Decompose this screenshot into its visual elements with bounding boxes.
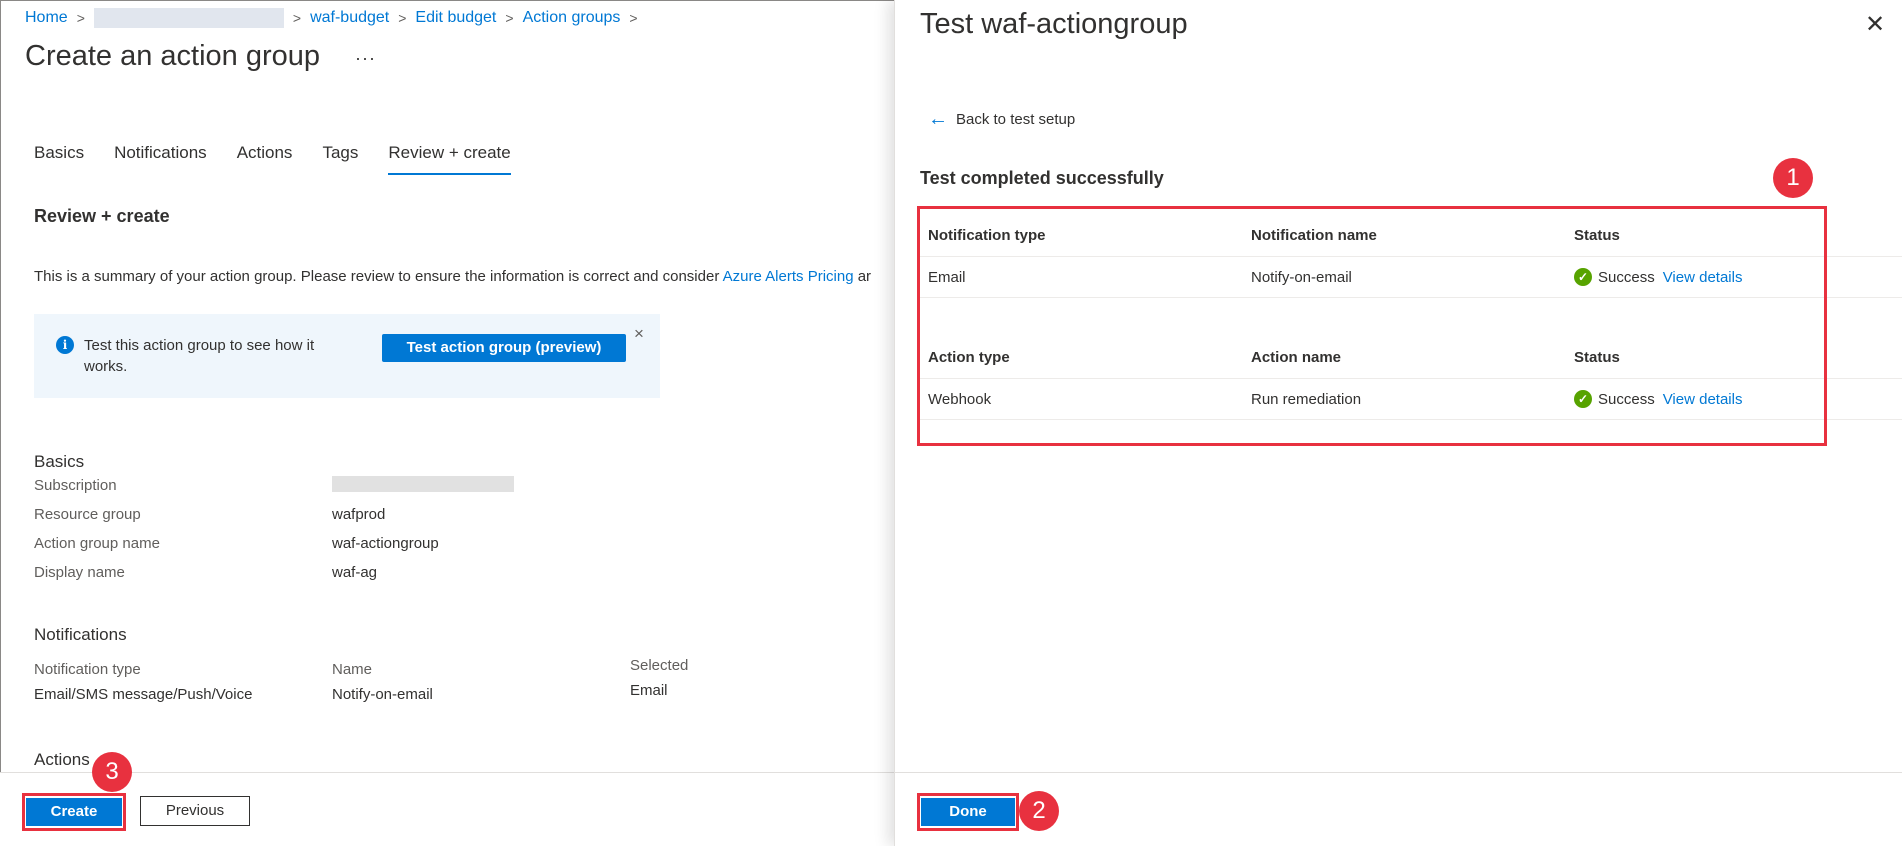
action-group-name-label: Action group name [34,535,160,552]
tab-bar: Basics Notifications Actions Tags Review… [34,143,511,175]
notification-type-value: Email/SMS message/Push/Voice [34,686,253,703]
done-button[interactable]: Done [921,798,1015,826]
back-to-test-setup-link[interactable]: ← Back to test setup [928,108,1075,131]
chevron-right-icon: > [292,10,302,26]
notification-name-label: Name [332,661,373,678]
tab-basics[interactable]: Basics [34,143,84,175]
summary-body: This is a summary of your action group. … [34,268,723,285]
resource-group-value: wafprod [332,506,386,523]
notifications-heading: Notifications [34,625,127,644]
summary-text: This is a summary of your action group. … [34,268,894,285]
test-panel: Test waf-actiongroup ✕ ← Back to test se… [894,0,1902,846]
tab-actions[interactable]: Actions [237,143,293,175]
notification-name-value: Notify-on-email [332,686,433,703]
info-text: Test this action group to see how it wor… [84,337,315,375]
breadcrumb-home[interactable]: Home [25,9,68,27]
pricing-link[interactable]: Azure Alerts Pricing [723,268,854,285]
test-status: Test completed successfully [920,168,1164,188]
selected-label: Selected [630,657,689,674]
create-button[interactable]: Create [26,798,122,826]
breadcrumb: Home > > waf-budget > Edit budget > Acti… [25,8,647,28]
close-icon[interactable]: ✕ [1865,10,1885,39]
selected-value: Email [630,682,668,699]
basics-heading: Basics [34,452,85,471]
tab-review-create[interactable]: Review + create [388,143,511,175]
previous-button[interactable]: Previous [140,796,250,826]
chevron-right-icon: > [398,10,407,26]
page-title: Create an action group [25,40,321,72]
actions-heading: Actions [34,750,90,769]
test-info-banner: i Test this action group to see how it w… [34,314,660,398]
action-group-name-value: waf-actiongroup [332,535,439,552]
breadcrumb-action-groups[interactable]: Action groups [523,9,621,27]
arrow-left-icon: ← [928,108,948,130]
step-badge-3: 3 [92,752,132,792]
display-name-label: Display name [34,564,125,581]
back-link-label: Back to test setup [956,111,1076,128]
more-options-button[interactable]: ··· [355,48,376,69]
resource-group-label: Resource group [34,506,141,523]
footer-bar [0,772,894,846]
summary-tail: ar [853,268,872,285]
subscription-redacted [332,476,514,492]
test-action-group-button[interactable]: Test action group (preview) [382,334,626,362]
subscription-label: Subscription [34,477,117,494]
step-badge-1: 1 [1773,158,1813,198]
info-icon: i [56,336,74,354]
display-name-value: waf-ag [332,564,378,581]
results-highlight [917,206,1827,446]
panel-title: Test waf-actiongroup [920,8,1188,40]
chevron-right-icon: > [505,10,514,26]
section-title: Review + create [34,206,170,226]
breadcrumb-redacted[interactable] [93,8,284,28]
close-icon[interactable]: × [634,324,644,344]
notification-type-label: Notification type [34,661,141,678]
breadcrumb-budget[interactable]: waf-budget [310,9,389,27]
breadcrumb-edit-budget[interactable]: Edit budget [415,9,496,27]
tab-tags[interactable]: Tags [322,143,358,175]
chevron-right-icon: > [629,10,638,26]
step-badge-2: 2 [1019,791,1059,831]
chevron-right-icon: > [76,10,85,26]
tab-notifications[interactable]: Notifications [114,143,207,175]
